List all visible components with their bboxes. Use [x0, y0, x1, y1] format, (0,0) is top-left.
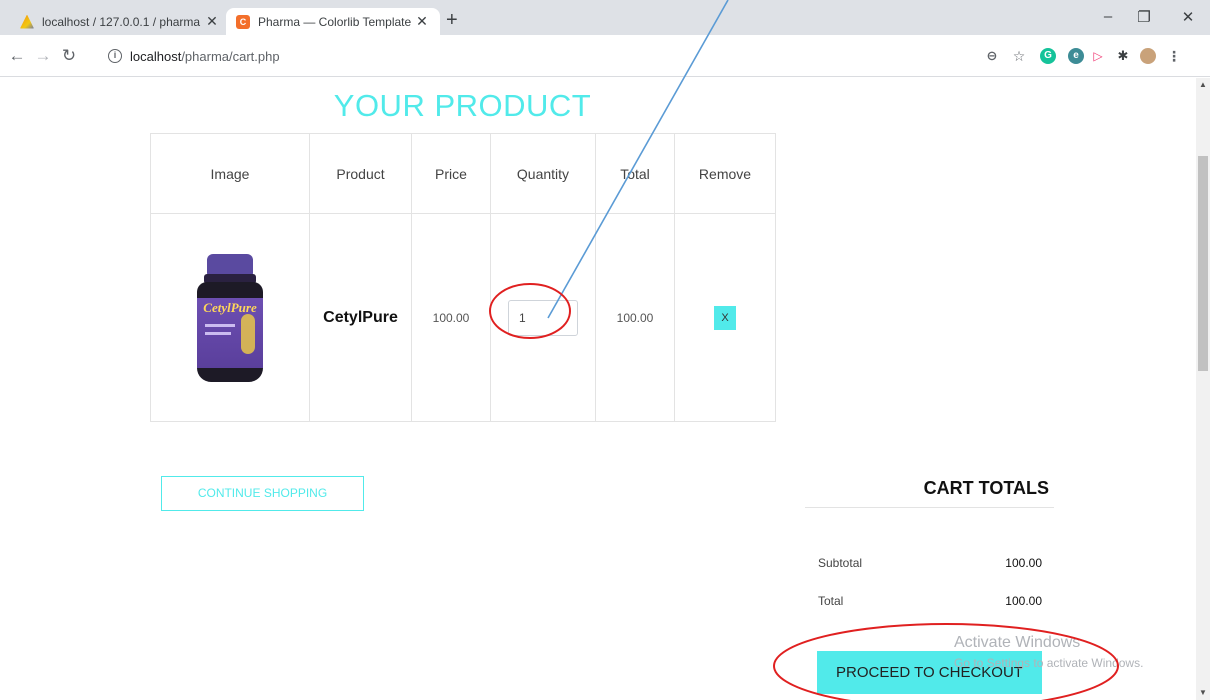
total-cell: 100.00: [595, 213, 675, 422]
close-icon[interactable]: ✕: [414, 13, 430, 30]
browser-tab-bar: localhost / 127.0.0.1 / pharma | p ✕ C P…: [0, 0, 1210, 35]
scroll-down-arrow-icon[interactable]: ▼: [1196, 686, 1210, 700]
url-host: localhost: [130, 48, 182, 64]
cart-totals-title: CART TOTALS: [923, 478, 1049, 498]
product-name-cell: CetylPure: [309, 213, 412, 422]
activate-windows-watermark: Activate Windows: [954, 634, 1081, 651]
table-row: CetylPure CetylPure 100.00 100.00 X: [150, 213, 776, 422]
product-image-cell: CetylPure: [150, 213, 310, 422]
minimize-icon[interactable]: –: [1098, 8, 1118, 25]
product-name: CetylPure: [323, 308, 398, 326]
remove-item-button[interactable]: X: [714, 305, 736, 330]
zoom-icon[interactable]: ⊖: [984, 48, 1000, 64]
quantity-input[interactable]: [508, 299, 578, 336]
page-title: YOUR PRODUCT: [333, 88, 592, 123]
grammarly-icon[interactable]: G: [1040, 48, 1056, 64]
price-cell: 100.00: [411, 213, 491, 422]
cart-table: Image Product Price Quantity Total Remov…: [150, 133, 776, 422]
tab-title: Pharma — Colorlib Template: [258, 14, 412, 29]
profile-avatar[interactable]: [1140, 48, 1156, 64]
column-header-price: Price: [411, 133, 491, 214]
new-tab-button[interactable]: +: [446, 10, 458, 30]
subtotal-value: 100.00: [1005, 556, 1042, 570]
screen: localhost / 127.0.0.1 / pharma | p ✕ C P…: [0, 0, 1210, 700]
colorlib-icon: C: [236, 14, 250, 29]
menu-kebab-icon[interactable]: ⋮: [1166, 48, 1182, 64]
product-image: CetylPure: [195, 253, 265, 382]
column-header-product: Product: [309, 133, 412, 214]
restore-icon[interactable]: ❐: [1134, 8, 1154, 26]
tab-pharma[interactable]: C Pharma — Colorlib Template ✕: [226, 8, 440, 35]
url-path: /pharma/cart.php: [181, 48, 280, 64]
cast-icon[interactable]: ▷: [1090, 48, 1106, 64]
continue-shopping-button[interactable]: CONTINUE SHOPPING: [161, 476, 364, 511]
product-price: 100.00: [432, 310, 470, 325]
bookmark-star-icon[interactable]: ☆: [1011, 48, 1027, 64]
window-close-icon[interactable]: ✕: [1178, 8, 1198, 26]
back-arrow-icon[interactable]: ←: [6, 45, 28, 67]
forward-arrow-icon[interactable]: →: [32, 45, 54, 67]
tab-phpmyadmin[interactable]: localhost / 127.0.0.1 / pharma | p ✕: [10, 8, 230, 35]
close-icon[interactable]: ✕: [204, 13, 220, 30]
phpmyadmin-icon: [20, 14, 34, 29]
page-scrollbar[interactable]: ▲ ▼: [1196, 78, 1210, 700]
column-header-remove: Remove: [674, 133, 776, 214]
subtotal-label: Subtotal: [818, 556, 863, 570]
table-header-row: Image Product Price Quantity Total Remov…: [150, 133, 776, 214]
extension-badge-icon[interactable]: e: [1068, 48, 1084, 64]
product-total: 100.00: [616, 310, 654, 325]
total-label: Total: [818, 594, 844, 608]
total-value: 100.00: [1005, 594, 1042, 608]
address-bar[interactable]: i localhost/pharma/cart.php: [108, 41, 1008, 71]
column-header-quantity: Quantity: [490, 133, 596, 214]
browser-toolbar: ← → ↻ i localhost/pharma/cart.php ⊖ ☆ G …: [0, 35, 1210, 77]
quantity-cell: [490, 213, 596, 422]
product-image-brand: CetylPure: [203, 299, 257, 315]
remove-cell: X: [674, 213, 776, 422]
info-icon[interactable]: i: [108, 49, 122, 63]
scroll-up-arrow-icon[interactable]: ▲: [1196, 78, 1210, 92]
divider: [805, 507, 1054, 508]
activate-windows-hint: Go to Settings to activate Windows.: [954, 656, 1144, 670]
extensions-puzzle-icon[interactable]: ✱: [1115, 48, 1131, 64]
tab-title: localhost / 127.0.0.1 / pharma | p: [42, 14, 204, 29]
column-header-total: Total: [595, 133, 675, 214]
reload-icon[interactable]: ↻: [58, 45, 80, 67]
column-header-image: Image: [150, 133, 310, 214]
scrollbar-thumb[interactable]: [1198, 156, 1208, 371]
